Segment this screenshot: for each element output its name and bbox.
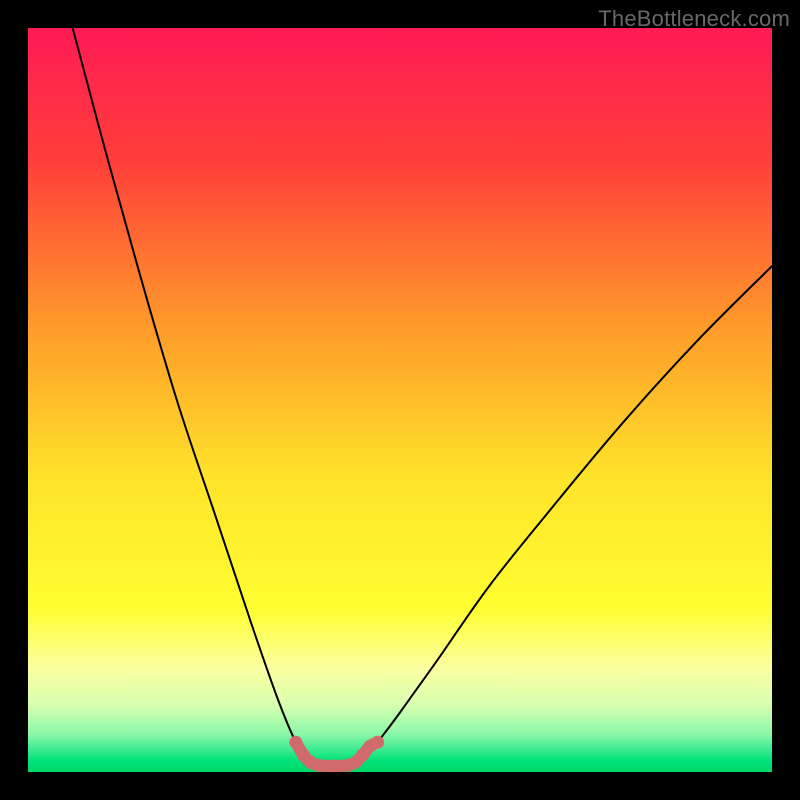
- plot-area: [28, 28, 772, 772]
- gradient-background: [28, 28, 772, 772]
- chart-outer-frame: TheBottleneck.com: [0, 0, 800, 800]
- optimal-band-dot: [289, 736, 302, 749]
- bottleneck-chart: [28, 28, 772, 772]
- optimal-band-dot: [371, 736, 384, 749]
